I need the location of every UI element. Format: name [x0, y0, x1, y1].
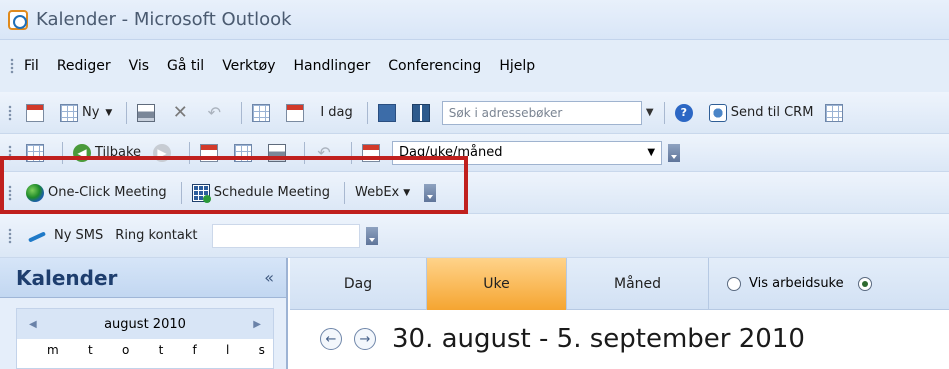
- toolbar-grip-icon[interactable]: [10, 58, 14, 74]
- tab-uke[interactable]: Uke: [427, 257, 567, 310]
- weekday-label: l: [226, 343, 230, 357]
- view-tab-bar: Dag Uke Måned Vis arbeidsuke: [290, 257, 949, 310]
- new-sms-label: Ny SMS: [54, 228, 104, 243]
- chevron-down-icon: ▼: [647, 147, 656, 158]
- weekday-label: f: [192, 343, 197, 357]
- tab-dag[interactable]: Dag: [290, 257, 427, 310]
- navigation-pane-title: Kalender: [16, 265, 118, 290]
- menu-vis[interactable]: Vis: [129, 58, 149, 74]
- delete-icon: ✕: [172, 101, 188, 123]
- separator: [126, 101, 128, 124]
- call-contact-label: Ring kontakt: [115, 228, 198, 243]
- help-button[interactable]: ?: [671, 100, 701, 126]
- next-month-icon[interactable]: ▶: [253, 319, 261, 330]
- workweek-option[interactable]: Vis arbeidsuke: [727, 276, 844, 291]
- navigation-pane: Kalender « ◀ august 2010 ▶ m t o t f l s: [0, 258, 288, 369]
- delete-button[interactable]: ✕: [167, 100, 197, 126]
- contact-card-button[interactable]: [374, 100, 404, 126]
- call-contact-input[interactable]: [211, 223, 360, 248]
- new-label: Ny: [82, 105, 100, 120]
- separator: [663, 101, 665, 124]
- help-icon: ?: [674, 103, 693, 122]
- previous-month-icon[interactable]: ◀: [29, 319, 37, 330]
- grid-icon: [825, 103, 844, 122]
- menu-rediger[interactable]: Rediger: [57, 58, 111, 74]
- navigation-pane-header: Kalender «: [0, 258, 286, 298]
- fullweek-radio[interactable]: [857, 276, 872, 291]
- menu-bar: Fil Rediger Vis Gå til Verktøy Handlinge…: [0, 40, 949, 92]
- contact-card-icon: [377, 103, 396, 122]
- grid-icon: [252, 103, 271, 122]
- undo-icon: ↶: [207, 102, 222, 122]
- outlook-calendar-icon: [8, 9, 28, 30]
- menu-hjelp[interactable]: Hjelp: [499, 58, 535, 74]
- toolbar-grip-icon[interactable]: [8, 104, 12, 121]
- calendar-view-button[interactable]: [22, 100, 52, 126]
- collapse-pane-icon[interactable]: «: [264, 268, 274, 287]
- crm-icon: [708, 103, 727, 122]
- print-button[interactable]: [133, 100, 163, 126]
- undo-button[interactable]: ↶: [201, 100, 231, 126]
- menu-ga-til[interactable]: Gå til: [167, 58, 204, 74]
- separator: [241, 101, 243, 124]
- arrange-button[interactable]: [248, 100, 278, 126]
- mini-calendar-header: ◀ august 2010 ▶: [17, 309, 273, 339]
- next-week-icon[interactable]: →: [354, 328, 376, 350]
- workweek-radio[interactable]: [727, 276, 741, 291]
- today-label: I dag: [320, 105, 353, 120]
- mini-calendar: ◀ august 2010 ▶ m t o t f l s: [16, 308, 274, 369]
- new-appointment-icon: [60, 103, 78, 122]
- previous-week-icon[interactable]: ←: [320, 328, 342, 350]
- weekday-label: m: [47, 343, 59, 357]
- calendar-icon: [26, 103, 44, 122]
- menu-verktoy[interactable]: Verktøy: [222, 58, 275, 74]
- address-book-button[interactable]: [408, 100, 438, 126]
- call-contact-button[interactable]: Ring kontakt: [111, 223, 201, 249]
- menu-conferencing[interactable]: Conferencing: [388, 58, 481, 74]
- date-range-title: 30. august - 5. september 2010: [392, 324, 805, 354]
- window-title: Kalender - Microsoft Outlook: [36, 9, 292, 30]
- today-button[interactable]: I dag: [316, 100, 356, 126]
- tab-maned[interactable]: Måned: [567, 257, 709, 310]
- toolbar-grip-icon[interactable]: [8, 227, 12, 244]
- workweek-label: Vis arbeidsuke: [749, 276, 844, 291]
- title-bar: Kalender - Microsoft Outlook: [0, 0, 949, 40]
- weekday-label: t: [87, 343, 93, 357]
- calendar-view: Dag Uke Måned Vis arbeidsuke ← → 30. aug…: [290, 257, 949, 369]
- new-sms-button[interactable]: Ny SMS: [22, 223, 107, 249]
- weekday-label: t: [158, 343, 164, 357]
- standard-toolbar: Ny ▼ ✕ ↶ I dag Søk i adressebøker ▼ ? Se…: [0, 92, 949, 134]
- chevron-down-icon: ▼: [105, 107, 113, 118]
- week-calendar-icon: [286, 103, 305, 122]
- send-to-crm-label: Send til CRM: [730, 105, 814, 120]
- toolbar-options-icon[interactable]: [365, 226, 378, 245]
- menu-fil[interactable]: Fil: [24, 58, 39, 74]
- week-view-button[interactable]: [282, 100, 312, 126]
- chevron-down-icon[interactable]: ▼: [642, 101, 658, 125]
- print-icon: [137, 103, 156, 122]
- sms-icon: [26, 229, 50, 243]
- highlight-box: [0, 156, 468, 214]
- new-button[interactable]: Ny ▼: [56, 100, 116, 126]
- weekday-label: o: [121, 343, 130, 357]
- weekday-label: s: [258, 343, 265, 357]
- mini-calendar-month: august 2010: [104, 316, 186, 332]
- sms-toolbar: Ny SMS Ring kontakt: [0, 214, 949, 258]
- date-range-row: ← → 30. august - 5. september 2010: [290, 310, 949, 368]
- more-button[interactable]: [821, 100, 851, 126]
- send-to-crm-button[interactable]: Send til CRM: [705, 100, 818, 126]
- mini-calendar-weekdays: m t o t f l s: [17, 339, 273, 357]
- separator: [366, 101, 368, 124]
- menu-handlinger[interactable]: Handlinger: [294, 58, 371, 74]
- toolbar-options-icon[interactable]: [668, 143, 681, 162]
- address-book-search-input[interactable]: Søk i adressebøker: [441, 100, 642, 125]
- address-book-icon: [411, 103, 430, 122]
